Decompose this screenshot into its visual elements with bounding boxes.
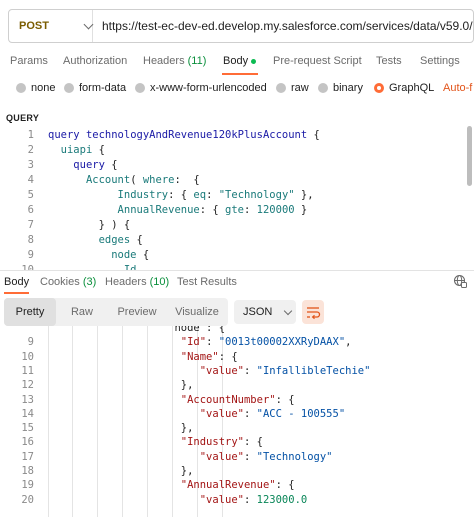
query-code: Industry: { eq: "Technology" },: [117, 189, 314, 201]
radio-none[interactable]: none: [16, 82, 55, 94]
active-tab-underline: [222, 73, 258, 75]
tab-tests[interactable]: Tests: [376, 55, 402, 67]
view-preview-button[interactable]: Preview: [108, 298, 166, 326]
query-code: edges {: [98, 234, 143, 246]
globe-icon[interactable]: [453, 274, 467, 288]
line-number: 10: [21, 264, 34, 270]
query-code: node {: [111, 249, 150, 261]
format-select[interactable]: JSON: [234, 300, 296, 324]
view-pretty-button[interactable]: Pretty: [4, 298, 56, 326]
line-number: 7: [27, 219, 34, 231]
line-number: 9: [27, 249, 34, 261]
query-line: 6 AnnualRevenue: { gte: 120000 }: [0, 203, 474, 218]
query-line: 7 } ) {: [0, 218, 474, 233]
tab-pre-request-script[interactable]: Pre-request Script: [273, 55, 362, 67]
query-line: 10 Id: [0, 263, 474, 270]
request-tabs: Params Authorization Headers (11) Body P…: [0, 50, 474, 76]
response-code: "value": 123000.0: [199, 493, 308, 506]
line-number: 4: [27, 174, 34, 186]
query-scrollbar[interactable]: [467, 126, 472, 186]
query-code: uiapi {: [60, 144, 105, 156]
radio-form-data[interactable]: form-data: [64, 82, 126, 94]
line-number: 1: [27, 129, 34, 141]
radio-label: GraphQL: [389, 82, 435, 94]
wrap-lines-button[interactable]: [302, 300, 324, 324]
chevron-down-icon: [83, 19, 94, 29]
tab-authorization[interactable]: Authorization: [63, 55, 127, 67]
line-number: 2: [27, 144, 34, 156]
query-line: 2 uiapi {: [0, 143, 474, 158]
resp-tab-cookies-label: Cookies: [40, 276, 80, 288]
url-bar: POST https://test-ec-dev-ed.develop.my.s…: [8, 9, 474, 43]
view-raw-button[interactable]: Raw: [58, 298, 106, 326]
radio-label: raw: [291, 82, 309, 94]
radio-urlencoded[interactable]: x-www-form-urlencoded: [135, 82, 267, 94]
method-selector[interactable]: POST: [9, 10, 94, 42]
body-type-options: none form-data x-www-form-urlencoded raw…: [0, 82, 474, 100]
query-line: 1 query technologyAndRevenue120kPlusAccou…: [0, 128, 474, 143]
tab-headers[interactable]: Headers (11): [143, 55, 206, 67]
view-visualize-button[interactable]: Visualize: [168, 298, 226, 326]
tab-headers-count: (11): [187, 55, 207, 67]
resp-tab-test-results[interactable]: Test Results: [177, 276, 237, 288]
tab-headers-label: Headers: [143, 55, 185, 67]
radio-label: binary: [333, 82, 363, 94]
resp-tab-headers-label: Headers: [105, 276, 147, 288]
query-line: 5 Industry: { eq: "Technology" },: [0, 188, 474, 203]
response-line: 20 "value": 123000.0: [0, 492, 474, 509]
chevron-down-icon: [284, 306, 293, 315]
wrap-lines-icon: [307, 307, 321, 320]
response-body[interactable]: node": {9 "Id": "0013t00002XXRyDAAX", 10 …: [0, 326, 474, 517]
query-section-label: QUERY: [6, 113, 40, 123]
query-line: 9 node {: [0, 248, 474, 263]
radio-graphql[interactable]: GraphQL: [374, 82, 434, 94]
view-mode-toolbar: Pretty Raw Preview Visualize: [4, 298, 228, 326]
active-resp-tab-underline: [4, 292, 29, 294]
pane-divider[interactable]: [0, 270, 474, 271]
body-indicator-dot: [251, 58, 257, 64]
tab-params[interactable]: Params: [10, 55, 48, 67]
line-number: 6: [27, 204, 34, 216]
radio-binary[interactable]: binary: [318, 82, 363, 94]
radio-circle: [318, 83, 328, 93]
radio-circle: [276, 83, 286, 93]
format-label: JSON: [243, 306, 273, 318]
resp-tab-cookies-count: (3): [82, 276, 97, 288]
query-code: } ) {: [98, 219, 131, 231]
query-line: 4 Account( where: {: [0, 173, 474, 188]
query-code: AnnualRevenue: { gte: 120000 }: [117, 204, 308, 216]
tab-settings[interactable]: Settings: [420, 55, 460, 67]
resp-tab-cookies[interactable]: Cookies (3): [40, 276, 96, 288]
tab-body[interactable]: Body: [223, 55, 257, 67]
radio-label: x-www-form-urlencoded: [150, 82, 267, 94]
query-code: Id: [123, 264, 137, 270]
radio-circle-selected: [374, 83, 384, 93]
response-tabs: Body Cookies (3) Headers (10) Test Resul…: [0, 273, 474, 295]
query-code: query technologyAndRevenue120kPlusAccoun…: [48, 129, 320, 141]
radio-circle: [16, 83, 26, 93]
tab-body-label: Body: [223, 55, 249, 67]
resp-tab-body[interactable]: Body: [4, 276, 29, 288]
url-input[interactable]: https://test-ec-dev-ed.develop.my.salesf…: [93, 19, 473, 33]
resp-tab-headers-count: (10): [149, 276, 170, 288]
radio-label: form-data: [79, 82, 127, 94]
radio-circle: [135, 83, 145, 93]
radio-raw[interactable]: raw: [276, 82, 309, 94]
line-number: 5: [27, 189, 34, 201]
query-line: 3 query {: [0, 158, 474, 173]
auto-fetch-link[interactable]: Auto-f: [443, 82, 472, 94]
radio-circle: [64, 83, 74, 93]
radio-label: none: [31, 82, 56, 94]
method-label: POST: [19, 20, 49, 32]
query-code: Account( where: {: [85, 174, 200, 186]
line-number: 3: [27, 159, 34, 171]
query-editor[interactable]: 1 query technologyAndRevenue120kPlusAccou…: [0, 124, 474, 270]
line-number: 20: [21, 493, 34, 506]
query-code: query {: [73, 159, 118, 171]
query-line: 8 edges {: [0, 233, 474, 248]
resp-tab-headers[interactable]: Headers (10): [105, 276, 169, 288]
line-number: 8: [27, 234, 34, 246]
